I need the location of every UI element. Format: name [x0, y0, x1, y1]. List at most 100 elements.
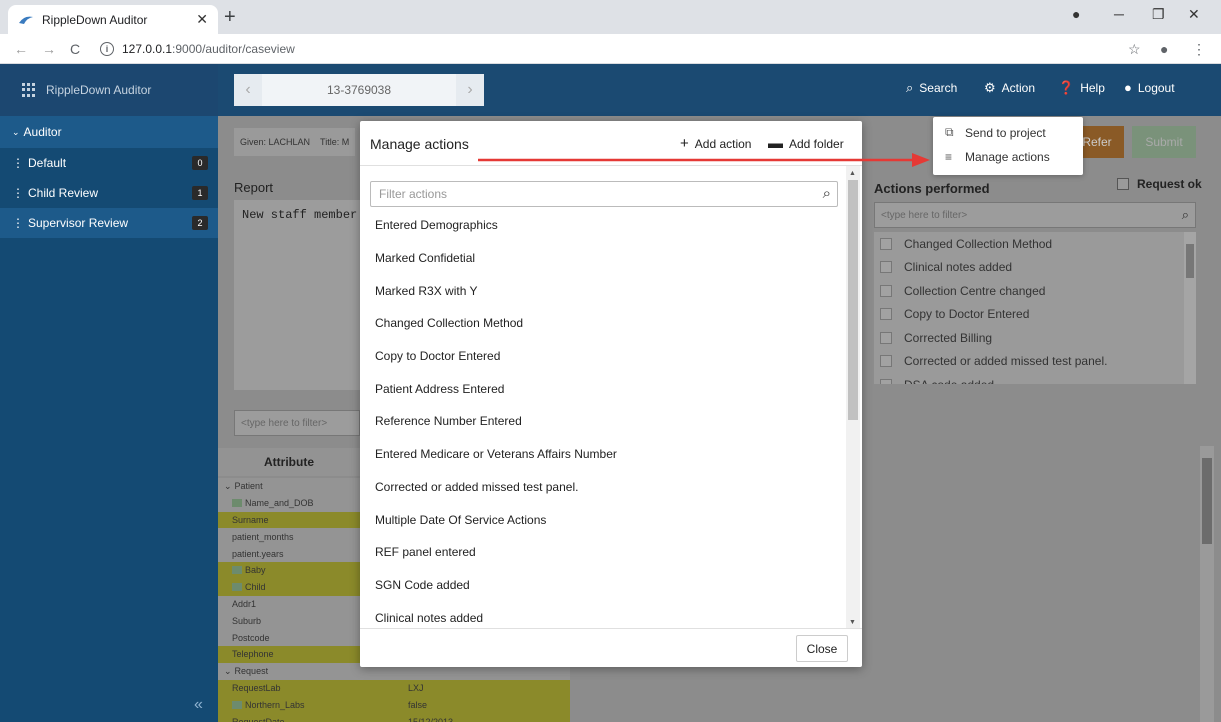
add-folder-icon: ▬: [768, 135, 783, 152]
main-scrollbar[interactable]: [1200, 446, 1214, 722]
attribute-cell: Surname: [218, 511, 350, 529]
sidebar-item-default[interactable]: ⋮ Default 0: [0, 148, 218, 178]
action-list-item[interactable]: SGN Code added: [360, 569, 846, 602]
back-icon[interactable]: ←: [14, 41, 28, 57]
actions-performed-scrollbar[interactable]: [1184, 232, 1196, 384]
add-folder-button[interactable]: ▬ Add folder: [768, 135, 844, 152]
action-list-item[interactable]: Multiple Date Of Service Actions: [360, 503, 846, 536]
add-action-button[interactable]: + Add action: [680, 135, 751, 152]
url-field[interactable]: i 127.0.0.1:9000/auditor/caseview: [100, 38, 1110, 60]
scroll-thumb[interactable]: [1186, 244, 1194, 278]
dialog-scrollbar[interactable]: ▲ ▼: [846, 166, 860, 628]
restore-icon[interactable]: ❐: [1152, 6, 1165, 23]
forward-icon[interactable]: →: [42, 41, 56, 57]
action-label: Action: [1001, 81, 1036, 95]
help-nav[interactable]: ❓ Help: [1058, 80, 1105, 96]
attribute-name: patient.years: [232, 548, 284, 559]
help-label: Help: [1080, 81, 1105, 95]
action-list-item[interactable]: REF panel entered: [360, 536, 846, 569]
url-path: :9000/auditor/caseview: [172, 42, 295, 56]
actions-list: Entered Demographics Marked Confidetial Ma…: [360, 209, 846, 627]
checkbox[interactable]: [880, 261, 892, 274]
sidebar-header-label: Auditor: [23, 125, 62, 139]
window-close-icon[interactable]: ✕: [1188, 6, 1200, 23]
action-list-item[interactable]: Entered Demographics: [360, 209, 846, 242]
drag-handle-icon: ⋮: [12, 156, 24, 170]
list-item[interactable]: Corrected Billing: [874, 326, 1196, 350]
submit-button[interactable]: Submit: [1132, 126, 1196, 158]
collapse-sidebar-icon[interactable]: «: [194, 696, 203, 714]
checkbox[interactable]: [880, 308, 892, 321]
action-list-item[interactable]: Marked Confidetial: [360, 242, 846, 275]
action-list-item[interactable]: Marked R3X with Y: [360, 274, 846, 307]
scroll-up-icon[interactable]: ▲: [849, 170, 856, 177]
patient-header: Given: LACHLAN Title: M: [234, 128, 356, 156]
scroll-thumb[interactable]: [848, 180, 858, 420]
attribute-filter-input[interactable]: <type here to filter>: [234, 410, 360, 436]
minimize-icon[interactable]: ─: [1114, 6, 1124, 22]
list-item[interactable]: Collection Centre changed: [874, 279, 1196, 303]
action-list-item[interactable]: Entered Medicare or Veterans Affairs Num…: [360, 438, 846, 471]
checkbox[interactable]: [1117, 178, 1129, 190]
action-list-item[interactable]: Reference Number Entered: [360, 405, 846, 438]
action-list-item[interactable]: Patient Address Entered: [360, 372, 846, 405]
spacer-cell: [350, 696, 402, 714]
attribute-name: Suburb: [232, 615, 262, 626]
next-case-icon[interactable]: ›: [456, 74, 484, 106]
sidebar-item-child-review[interactable]: ⋮ Child Review 1: [0, 178, 218, 208]
filter-actions-field[interactable]: ⌕: [370, 181, 838, 207]
table-row[interactable]: RequestDate 15/12/2013: [218, 713, 570, 722]
menu-item-send-to-project[interactable]: ⧉ Send to project: [945, 125, 1046, 140]
action-list-item[interactable]: Changed Collection Method: [360, 307, 846, 340]
reload-icon[interactable]: C: [70, 41, 80, 57]
close-button[interactable]: Close: [796, 635, 848, 662]
sidebar-header[interactable]: ⌄ Auditor: [0, 116, 218, 148]
search-icon[interactable]: ⌕: [823, 185, 831, 202]
list-item[interactable]: Clinical notes added: [874, 256, 1196, 280]
actions-performed-list: Changed Collection Method Clinical notes …: [874, 232, 1196, 384]
checkbox[interactable]: [880, 331, 892, 344]
sidebar-item-supervisor-review[interactable]: ⋮ Supervisor Review 2: [0, 208, 218, 238]
logout-nav[interactable]: ● Logout: [1124, 80, 1175, 95]
menu-item-label: Manage actions: [965, 150, 1050, 164]
attribute-name: Name_and_DOB: [245, 498, 314, 509]
request-ok-checkbox[interactable]: Request ok: [1117, 177, 1202, 191]
filter-actions-input[interactable]: [371, 182, 801, 206]
chevron-down-icon[interactable]: ⌄: [224, 481, 232, 492]
menu-item-manage-actions[interactable]: ≡ Manage actions: [945, 150, 1050, 164]
browser-menu-icon[interactable]: ⋮: [1192, 41, 1206, 58]
checkbox[interactable]: [880, 355, 892, 368]
list-item-label: Corrected or added missed test panel.: [904, 354, 1108, 369]
actions-performed-filter[interactable]: <type here to filter> ⌕: [874, 202, 1196, 228]
list-item[interactable]: Corrected or added missed test panel.: [874, 350, 1196, 374]
action-list-item[interactable]: Copy to Doctor Entered: [360, 340, 846, 373]
site-info-icon[interactable]: i: [100, 42, 114, 56]
list-item[interactable]: DSA code added: [874, 373, 1196, 384]
search-nav[interactable]: ⌕ Search: [906, 80, 957, 96]
checkbox[interactable]: [880, 237, 892, 250]
scroll-thumb[interactable]: [1202, 458, 1212, 544]
checkbox[interactable]: [880, 284, 892, 297]
scroll-down-icon[interactable]: ▼: [849, 619, 856, 626]
action-nav[interactable]: ⚙ Action: [984, 80, 1035, 96]
previous-case-icon[interactable]: ‹: [234, 74, 262, 106]
browser-tab[interactable]: RippleDown Auditor ✕: [8, 5, 218, 34]
case-navigator: ‹ 13-3769038 ›: [234, 74, 484, 106]
new-tab-icon[interactable]: +: [224, 6, 236, 29]
attribute-value: false: [402, 696, 570, 714]
checkbox[interactable]: [880, 378, 892, 384]
brand[interactable]: RippleDown Auditor: [0, 64, 218, 116]
list-item[interactable]: Changed Collection Method: [874, 232, 1196, 256]
table-row[interactable]: Northern_Labs false: [218, 696, 570, 714]
action-list-item[interactable]: Clinical notes added: [360, 601, 846, 627]
list-item[interactable]: Copy to Doctor Entered: [874, 303, 1196, 327]
tab-close-icon[interactable]: ✕: [196, 11, 208, 28]
profile-dot-icon[interactable]: ●: [1072, 6, 1080, 22]
attribute-name: patient_months: [232, 531, 294, 542]
profile-icon[interactable]: ●: [1160, 41, 1168, 57]
manage-actions-dialog: Manage actions + Add action ▬ Add folder…: [360, 121, 862, 667]
action-list-item[interactable]: Corrected or added missed test panel.: [360, 471, 846, 504]
table-row[interactable]: RequestLab LXJ: [218, 679, 570, 697]
bookmark-star-icon[interactable]: ☆: [1128, 41, 1141, 58]
chevron-down-icon[interactable]: ⌄: [224, 666, 232, 677]
